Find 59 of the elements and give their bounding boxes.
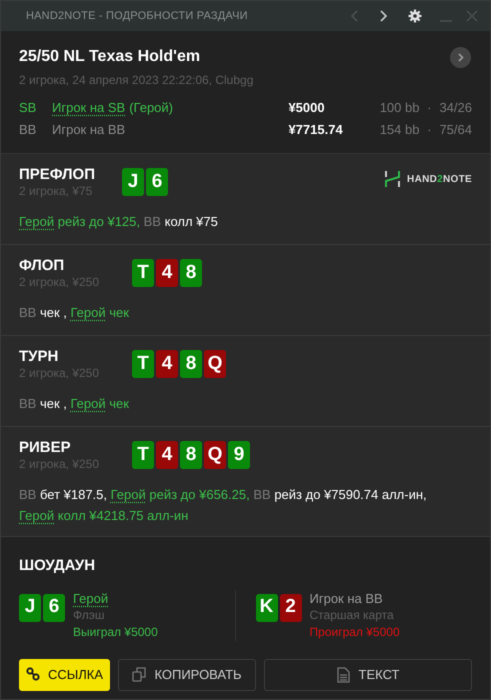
playing-card: T bbox=[132, 259, 154, 287]
logo-text: HAND2NOTE bbox=[407, 172, 472, 186]
playing-card: K bbox=[256, 594, 278, 622]
text-button[interactable]: ТЕКСТ bbox=[264, 658, 472, 690]
link-button[interactable]: ССЫЛКА bbox=[19, 658, 110, 690]
street-name: ФЛОП bbox=[19, 257, 66, 275]
player-name[interactable]: Герой bbox=[73, 590, 108, 606]
hand-subtitle: 2 игрока, 24 апреля 2023 22:22:06, Clubgg bbox=[19, 72, 254, 89]
playing-card: Q bbox=[204, 350, 226, 378]
player-stats: 75/64 bbox=[439, 121, 472, 140]
copy-button[interactable]: КОПИРОВАТЬ bbox=[118, 658, 256, 690]
hand-rank: Флэш bbox=[73, 606, 106, 624]
playing-card: J bbox=[122, 168, 144, 196]
logo-icon bbox=[384, 170, 402, 188]
window-title: HAND2NOTE - ПОДРОБНОСТИ РАЗДАЧИ bbox=[26, 8, 249, 24]
street-name: ПРЕФЛОП bbox=[19, 166, 96, 184]
showdown-title: ШОУДАУН bbox=[19, 556, 96, 576]
player-bb: 100 bb bbox=[378, 99, 420, 118]
action-line: BB бет ¥187.5, Герой рейз до ¥656.25, BB рейз до ¥7590.74 алл-ин, Герой колл ¥4218.75 алл-ин bbox=[19, 486, 428, 525]
document-icon bbox=[336, 666, 351, 682]
action-line: Герой рейз до ¥125, BB колл ¥75 bbox=[19, 213, 219, 231]
playing-card: 8 bbox=[180, 441, 202, 469]
playing-card: 4 bbox=[156, 441, 178, 469]
next-hand-icon[interactable] bbox=[450, 46, 471, 68]
player-bb: 154 bb bbox=[378, 121, 420, 140]
link-icon bbox=[26, 667, 40, 682]
result-text: Проиграл ¥5000 bbox=[310, 624, 400, 640]
hero-tag: (Герой) bbox=[129, 98, 173, 118]
player-stack: ¥5000 bbox=[288, 99, 326, 118]
playing-card: T bbox=[132, 441, 154, 469]
action-line: BB чек , Герой чек bbox=[19, 304, 130, 322]
playing-card: 6 bbox=[146, 168, 168, 196]
hand-rank: Старшая карта bbox=[310, 606, 395, 624]
player-name[interactable]: Игрок на BB bbox=[310, 590, 383, 606]
separator-dot: · bbox=[426, 99, 433, 118]
playing-card: 6 bbox=[43, 594, 65, 622]
playing-card: 4 bbox=[156, 259, 178, 287]
result-text: Выиграл ¥5000 bbox=[73, 624, 158, 640]
street-name: ТУРН bbox=[19, 348, 60, 366]
playing-card: J bbox=[19, 594, 41, 622]
playing-card: 8 bbox=[180, 259, 202, 287]
street-name: РИВЕР bbox=[19, 439, 72, 457]
player-name[interactable]: Игрок на BB bbox=[52, 120, 126, 140]
player-stack: ¥7715.74 bbox=[288, 121, 344, 140]
separator-dot: · bbox=[426, 121, 433, 140]
settings-icon[interactable] bbox=[408, 9, 422, 23]
action-line: BB чек , Герой чек bbox=[19, 395, 130, 413]
playing-card: 8 bbox=[180, 350, 202, 378]
hand-title: 25/50 NL Texas Hold'em bbox=[19, 47, 200, 67]
playing-card: 4 bbox=[156, 350, 178, 378]
playing-card: Q bbox=[204, 441, 226, 469]
player-stats: 34/26 bbox=[439, 99, 472, 118]
player-name[interactable]: Игрок на SB bbox=[52, 98, 126, 118]
player-position: SB bbox=[19, 99, 38, 118]
playing-card: T bbox=[132, 350, 154, 378]
copy-icon bbox=[132, 667, 146, 682]
playing-card: 9 bbox=[228, 441, 250, 469]
player-position: BB bbox=[19, 121, 38, 140]
playing-card: 2 bbox=[280, 594, 302, 622]
